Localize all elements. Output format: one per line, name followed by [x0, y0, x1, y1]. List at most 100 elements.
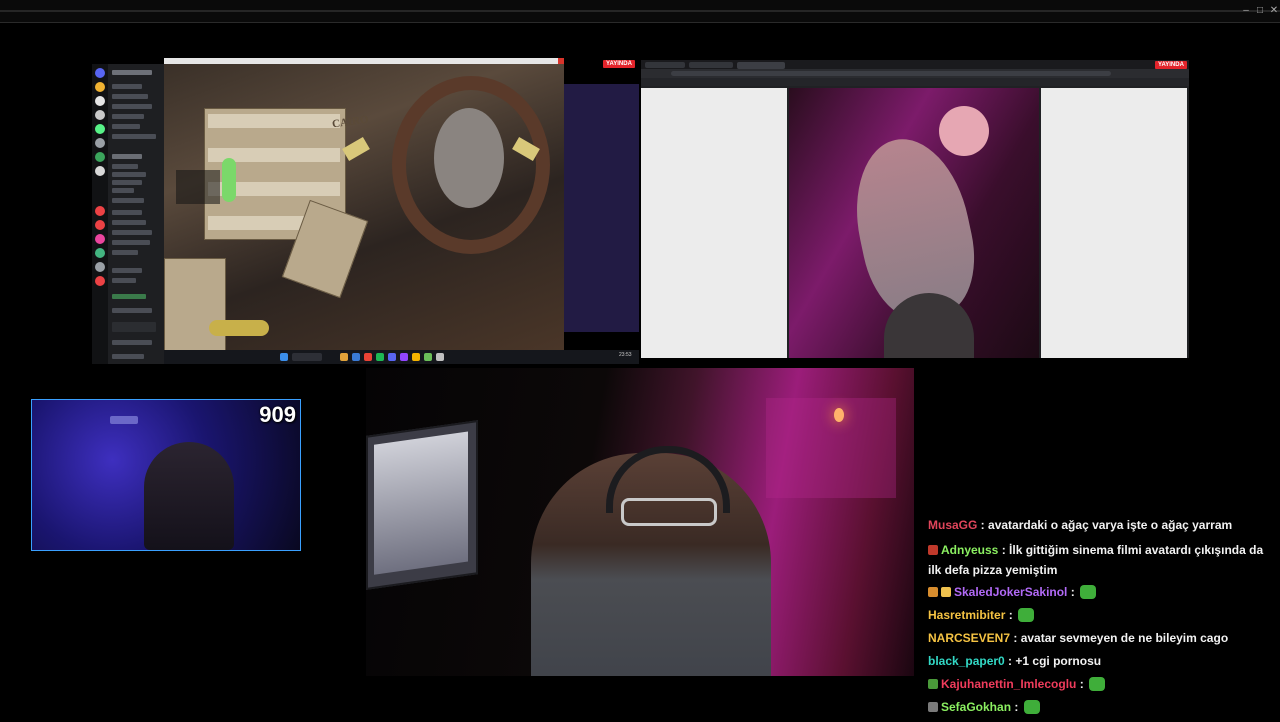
app-icon[interactable] [352, 353, 360, 361]
bookmarks-bar[interactable] [641, 78, 1189, 86]
voice-user [112, 180, 142, 185]
voice-channel[interactable] [112, 154, 142, 159]
user-badge-icon [928, 702, 938, 712]
lamp [110, 416, 138, 424]
chat-username: Kajuhanettin_Imlecoglu [941, 677, 1077, 691]
chat-message: SkaledJokerSakinol : [928, 581, 1278, 604]
windows-taskbar: 23:53 [164, 350, 639, 364]
chat-emote-icon [1080, 585, 1097, 599]
channel-item[interactable] [112, 220, 146, 225]
app-icon[interactable] [436, 353, 444, 361]
chat-separator: : [1005, 608, 1017, 622]
app-icon[interactable] [412, 353, 420, 361]
app-icon[interactable] [424, 353, 432, 361]
server-icon[interactable] [95, 248, 105, 258]
titlebar-divider [0, 10, 1280, 12]
app-icon[interactable] [340, 353, 348, 361]
start-icon[interactable] [280, 353, 288, 361]
chat-separator: : [1010, 631, 1021, 645]
app-icon[interactable] [376, 353, 384, 361]
browser-address-bar[interactable] [641, 69, 1189, 78]
app-icon[interactable] [400, 353, 408, 361]
chat-separator: : [998, 543, 1010, 557]
server-icon[interactable] [95, 96, 105, 106]
channel-item[interactable] [112, 134, 156, 139]
main-webcam-feed [366, 368, 914, 676]
chat-emote-icon [1018, 608, 1035, 622]
browser-tab[interactable] [645, 62, 685, 68]
chat-separator: : [1076, 677, 1088, 691]
close-icon[interactable]: ✕ [1268, 5, 1280, 17]
browser-tab[interactable] [689, 62, 733, 68]
chat-message: MusaGG : avatardaki o ağaç varya işte o … [928, 514, 1278, 537]
game-window[interactable]: CAIRO [164, 58, 564, 350]
live-badge: YAYINDA [1155, 61, 1187, 69]
user-badge-icon [928, 679, 938, 689]
glasses [621, 498, 717, 526]
server-name [112, 70, 152, 75]
server-icon[interactable] [95, 82, 105, 92]
channel-item[interactable] [112, 268, 142, 273]
chat-username: MusaGG [928, 518, 978, 532]
server-icon[interactable] [95, 234, 105, 244]
viewer-counter: 909 [259, 402, 296, 427]
stream-window-titlebar: – □ ✕ [0, 0, 1280, 23]
user-badge-icon [928, 587, 938, 597]
server-icon[interactable] [95, 124, 105, 134]
wooden-crate [164, 258, 226, 350]
chat-username: SefaGokhan [941, 700, 1012, 714]
chat-message: black_paper0 : +1 cgi pornosu [928, 650, 1278, 673]
chat-username: Hasretmibiter [928, 608, 1006, 622]
server-icon[interactable] [95, 262, 105, 272]
chat-overlay: MusaGG : avatardaki o ağaç varya işte o … [922, 512, 1280, 722]
channel-item[interactable] [112, 94, 148, 99]
chat-separator: : [1011, 700, 1022, 714]
chat-emote-icon [1023, 700, 1040, 714]
browser-tabstrip[interactable] [641, 60, 1189, 69]
user-badge-icon [941, 587, 951, 597]
channel-item[interactable] [112, 104, 152, 109]
facecam-overlay: 909 [31, 399, 301, 551]
minimize-icon[interactable]: – [1240, 5, 1252, 17]
browser-tab-active[interactable] [737, 62, 785, 69]
channel-item[interactable] [112, 230, 152, 235]
server-icon[interactable] [95, 276, 105, 286]
server-icon[interactable] [95, 110, 105, 120]
voice-user [112, 198, 144, 203]
user-panel[interactable] [112, 340, 152, 345]
crate-plank [208, 114, 340, 128]
hud-ornament [209, 320, 269, 336]
discord-home-icon[interactable] [95, 68, 105, 78]
user-badge-icon [928, 545, 938, 555]
channel-item[interactable] [112, 114, 144, 119]
url-field[interactable] [671, 71, 1111, 76]
screen-share-card[interactable] [112, 294, 146, 299]
channel-item[interactable] [112, 124, 140, 129]
server-icon[interactable] [95, 220, 105, 230]
server-icon[interactable] [95, 206, 105, 216]
server-icon[interactable] [95, 152, 105, 162]
player-status-hud [176, 170, 220, 204]
voice-controls[interactable] [112, 322, 156, 332]
channel-item[interactable] [112, 210, 142, 215]
parrot-camera-feed [789, 88, 1039, 358]
channel-item[interactable] [112, 278, 136, 283]
server-icon[interactable] [95, 138, 105, 148]
chat-text: avatar sevmeyen de ne bileyim cago [1020, 631, 1229, 645]
chat-separator: : [1067, 585, 1079, 599]
channel-item[interactable] [112, 84, 142, 89]
player-character [222, 158, 236, 202]
page-right-blank [1041, 88, 1187, 358]
app-icon[interactable] [364, 353, 372, 361]
channel-item[interactable] [112, 250, 138, 255]
taskbar-search[interactable] [292, 353, 322, 361]
user-panel-status [112, 354, 144, 359]
discord-sidebar-capture [92, 64, 164, 364]
voice-user [112, 188, 134, 193]
server-icon[interactable] [95, 166, 105, 176]
app-icon[interactable] [388, 353, 396, 361]
channel-item[interactable] [112, 240, 150, 245]
voice-user [112, 164, 138, 169]
streamer-silhouette [144, 442, 234, 550]
maximize-icon[interactable]: □ [1254, 5, 1266, 17]
